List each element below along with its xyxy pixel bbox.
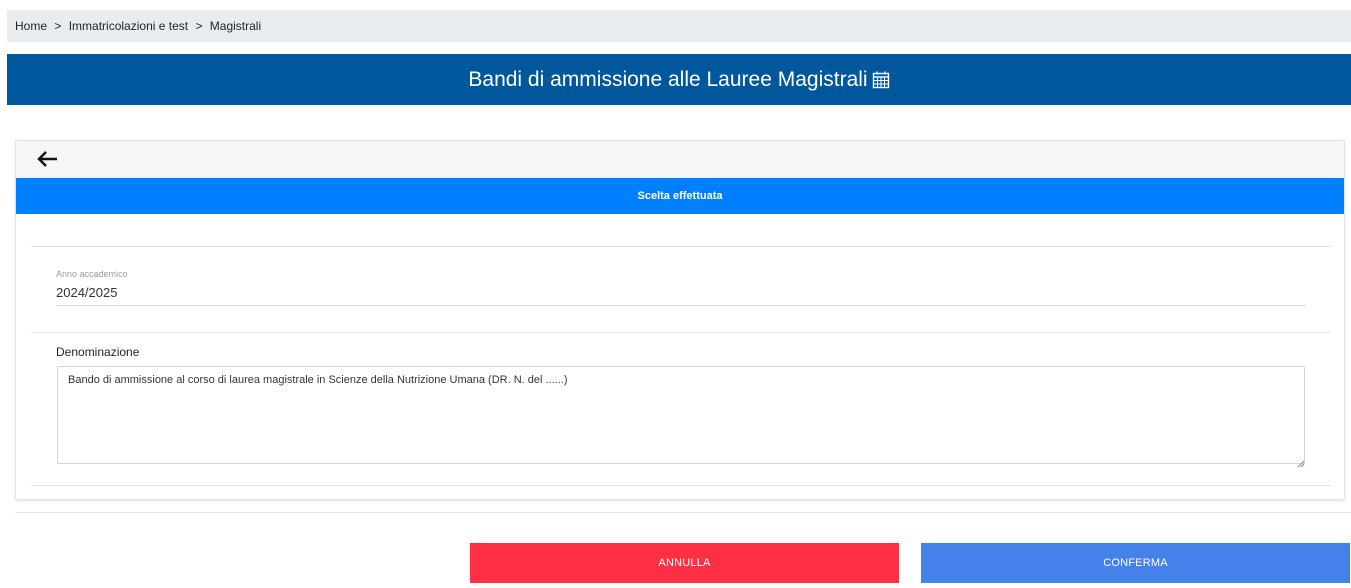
denominazione-textarea[interactable]: Bando di ammissione al corso di laurea m… xyxy=(57,366,1305,464)
section-header: Scelta effettuata xyxy=(16,178,1344,214)
cancel-button[interactable]: ANNULLA xyxy=(470,543,899,583)
divider xyxy=(31,485,1331,486)
breadcrumb-separator: > xyxy=(54,19,62,33)
page-title-banner: Bandi di ammissione alle Lauree Magistra… xyxy=(7,54,1351,105)
breadcrumb-immatricolazioni[interactable]: Immatricolazioni e test xyxy=(69,19,188,33)
anno-accademico-label: Anno accademico xyxy=(56,269,128,279)
calendar-icon xyxy=(872,71,890,89)
breadcrumb-home[interactable]: Home xyxy=(15,19,47,33)
arrow-left-icon[interactable] xyxy=(36,149,60,169)
divider xyxy=(31,332,1331,333)
card-toolbar xyxy=(16,141,1344,178)
page-title: Bandi di ammissione alle Lauree Magistra… xyxy=(468,67,868,91)
breadcrumb: Home > Immatricolazioni e test > Magistr… xyxy=(7,10,1351,42)
field-underline xyxy=(56,305,1306,306)
selection-card: Scelta effettuata Anno accademico 2024/2… xyxy=(15,140,1345,500)
footer-divider xyxy=(15,512,1351,513)
breadcrumb-current: Magistrali xyxy=(209,19,262,33)
divider xyxy=(31,246,1331,247)
anno-accademico-value: 2024/2025 xyxy=(56,285,118,300)
denominazione-label: Denominazione xyxy=(56,345,140,359)
resize-handle-icon[interactable] xyxy=(1297,455,1305,468)
confirm-button[interactable]: CONFERMA xyxy=(921,543,1350,583)
breadcrumb-separator: > xyxy=(195,19,203,33)
